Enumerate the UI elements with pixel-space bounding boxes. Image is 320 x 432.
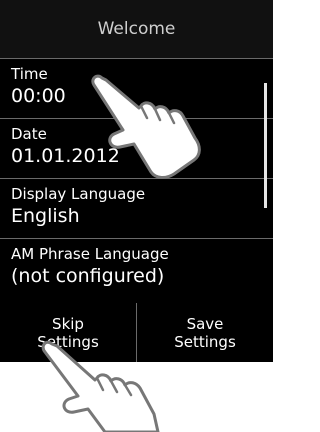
scrollbar[interactable] (264, 83, 267, 208)
title-bar: Welcome (0, 0, 273, 59)
skip-settings-label: Skip Settings (37, 314, 99, 351)
phone-screen: Welcome Time 00:00 Date 01.01.2012 Displ… (0, 0, 273, 362)
setting-row-date[interactable]: Date 01.01.2012 (0, 119, 273, 179)
setting-row-display-language[interactable]: Display Language English (0, 179, 273, 239)
softkey-bar: Skip Settings Save Settings (0, 303, 273, 362)
setting-row-time[interactable]: Time 00:00 (0, 59, 273, 119)
setting-row-am-phrase-language[interactable]: AM Phrase Language (not configured) (0, 239, 273, 299)
skip-settings-button[interactable]: Skip Settings (0, 303, 136, 362)
setting-value: 00:00 (11, 85, 66, 107)
save-settings-button[interactable]: Save Settings (136, 303, 273, 362)
screen-title: Welcome (97, 19, 176, 39)
setting-label: Date (11, 125, 47, 143)
setting-value: (not configured) (11, 265, 165, 287)
setting-value: English (11, 205, 80, 227)
setting-label: Time (11, 65, 48, 83)
setting-value: 01.01.2012 (11, 145, 120, 167)
setting-label: Display Language (11, 185, 146, 203)
save-settings-label: Save Settings (174, 314, 236, 351)
setting-label: AM Phrase Language (11, 245, 169, 263)
